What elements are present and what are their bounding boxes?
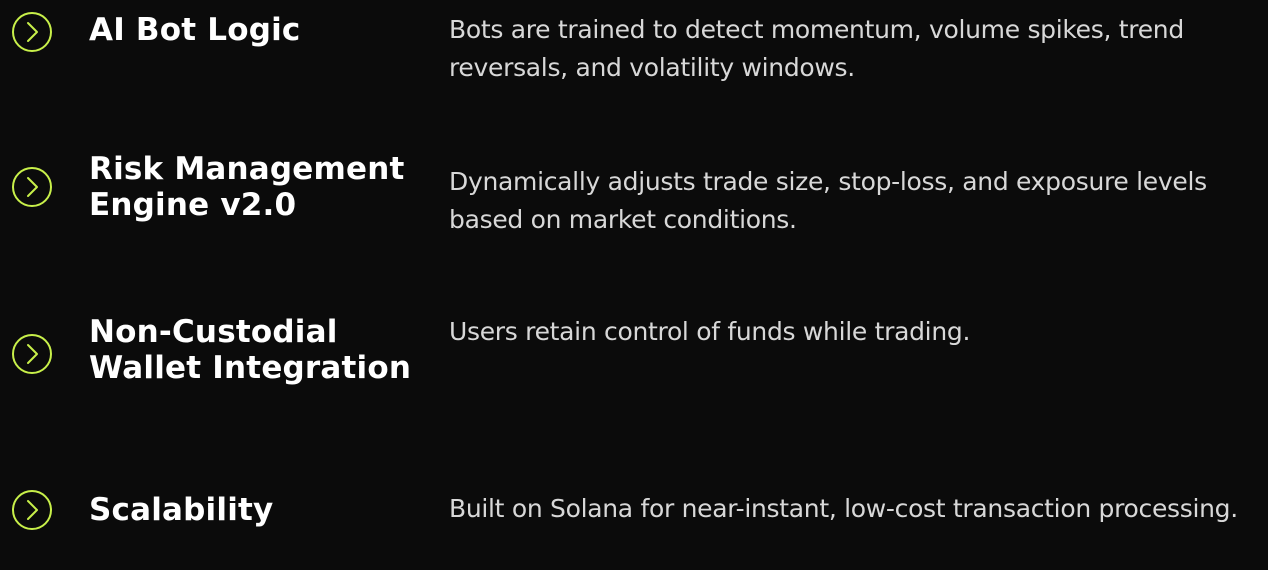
feature-description: Users retain control of funds while trad… <box>449 317 971 346</box>
chevron-right-circle-icon <box>12 334 52 374</box>
feature-description: Built on Solana for near-instant, low-co… <box>449 494 1238 523</box>
chevron-right-circle-icon <box>12 167 52 207</box>
feature-title: Scalability <box>89 492 274 528</box>
feature-title: Non-Custodial Wallet Integration <box>89 314 412 386</box>
chevron-right-circle-icon <box>12 490 52 530</box>
feature-description: Bots are trained to detect momentum, vol… <box>449 15 1184 82</box>
feature-title: Risk Management Engine v2.0 <box>89 151 405 223</box>
feature-title: AI Bot Logic <box>89 12 301 48</box>
chevron-right-circle-icon <box>12 12 52 52</box>
feature-description: Dynamically adjusts trade size, stop-los… <box>449 167 1207 234</box>
